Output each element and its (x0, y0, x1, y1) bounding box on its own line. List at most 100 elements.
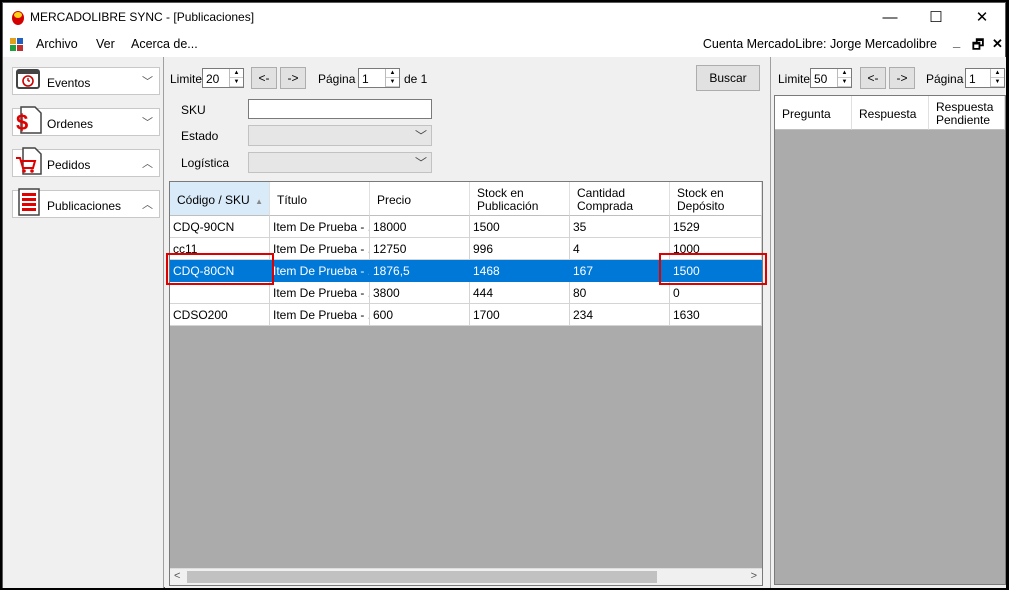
cell-stock-publicacion[interactable]: 996 (470, 238, 570, 260)
cell-titulo[interactable]: Item De Prueba - ... (270, 282, 370, 304)
cell-precio[interactable]: 18000 (370, 216, 470, 238)
column-header-precio[interactable]: Precio (370, 182, 470, 216)
questions-next-button[interactable]: -> (889, 67, 915, 89)
chevron-down-icon: ﹀ (414, 129, 427, 143)
cell-precio[interactable]: 3800 (370, 282, 470, 304)
stepper-arrows[interactable]: ▲ ▼ (837, 69, 851, 87)
stepper-down-icon[interactable]: ▼ (991, 78, 1004, 87)
cell-sku[interactable]: cc11 (170, 238, 270, 260)
logistica-select[interactable]: ﹀ (248, 152, 432, 173)
column-header-label: Título (277, 192, 308, 207)
cell-stock-publicacion[interactable]: 444 (470, 282, 570, 304)
horizontal-scrollbar[interactable]: < > (170, 568, 762, 585)
stepper-down-icon[interactable]: ▼ (230, 78, 243, 87)
questions-page-stepper[interactable]: 1 ▲ ▼ (965, 68, 1005, 88)
cell-titulo[interactable]: Item De Prueba - ... (270, 216, 370, 238)
column-header-respuesta-pendiente[interactable]: Respuesta Pendiente (929, 96, 1005, 130)
stepper-down-icon[interactable]: ▼ (838, 78, 851, 87)
questions-limit-stepper[interactable]: 50 ▲ ▼ (810, 68, 852, 88)
sku-input[interactable] (248, 99, 432, 119)
table-row[interactable]: Item De Prueba - ... 3800 444 80 0 (170, 282, 762, 304)
stepper-up-icon[interactable]: ▲ (386, 69, 399, 78)
questions-limit-value: 50 (814, 72, 828, 86)
stepper-down-icon[interactable]: ▼ (386, 78, 399, 87)
menu-acerca[interactable]: Acerca de... (131, 37, 198, 51)
scrollbar-thumb[interactable] (187, 571, 657, 583)
cell-stock-deposito[interactable]: 1529 (670, 216, 762, 238)
cell-sku[interactable]: CDQ-90CN (170, 216, 270, 238)
scroll-right-icon[interactable]: > (751, 570, 757, 582)
cell-precio[interactable]: 1876,5 (370, 260, 470, 282)
cell-stock-deposito[interactable]: 1000 (670, 238, 762, 260)
mdi-close-button[interactable]: ✕ (992, 36, 1003, 52)
next-page-button[interactable]: -> (280, 67, 306, 89)
prev-page-button[interactable]: <- (251, 67, 277, 89)
table-row[interactable]: CDQ-80CN Item De Prueba - ... 1876,5 1468 16… (170, 260, 762, 282)
column-header-stock-publicacion[interactable]: Stock en Publicación (470, 182, 570, 216)
cell-titulo[interactable]: Item De Prueba - ... (270, 304, 370, 326)
questions-panel: Limite 50 ▲ ▼ <- -> Página 1 ▲ ▼ Pregunta … (770, 57, 1006, 588)
cell-cantidad-comprada[interactable]: 35 (570, 216, 670, 238)
cell-stock-deposito[interactable]: 0 (670, 282, 762, 304)
cell-sku[interactable]: CDSO200 (170, 304, 270, 326)
sku-label: SKU (181, 103, 206, 117)
limit-stepper[interactable]: 20 ▲ ▼ (202, 68, 244, 88)
questions-page-value: 1 (969, 72, 976, 86)
sidebar-item-ordenes[interactable]: $ Ordenes ﹀ (12, 106, 160, 136)
maximize-button[interactable]: ☐ (913, 3, 959, 31)
stepper-up-icon[interactable]: ▲ (230, 69, 243, 78)
scroll-left-icon[interactable]: < (174, 570, 180, 582)
cell-cantidad-comprada[interactable]: 234 (570, 304, 670, 326)
table-row[interactable]: CDQ-90CN Item De Prueba - ... 18000 1500 35 1… (170, 216, 762, 238)
stepper-up-icon[interactable]: ▲ (838, 69, 851, 78)
questions-grid: Pregunta Respuesta Respuesta Pendiente (774, 95, 1006, 585)
column-header-label: Stock en Publicación (477, 186, 539, 213)
stepper-arrows[interactable]: ▲ ▼ (990, 69, 1004, 87)
stepper-up-icon[interactable]: ▲ (991, 69, 1004, 78)
search-button[interactable]: Buscar (696, 65, 760, 91)
cell-stock-deposito[interactable]: 1630 (670, 304, 762, 326)
cell-stock-publicacion[interactable]: 1468 (470, 260, 570, 282)
column-header-pregunta[interactable]: Pregunta (775, 96, 852, 130)
table-row[interactable]: CDSO200 Item De Prueba - ... 600 1700 234 163… (170, 304, 762, 326)
cell-cantidad-comprada[interactable]: 80 (570, 282, 670, 304)
sidebar-item-eventos[interactable]: Eventos ﹀ (12, 67, 160, 95)
cell-sku[interactable]: CDQ-80CN (170, 260, 270, 282)
cell-titulo[interactable]: Item De Prueba - ... (270, 260, 370, 282)
page-stepper[interactable]: 1 ▲ ▼ (358, 68, 400, 88)
svg-text:$: $ (16, 110, 28, 135)
stepper-arrows[interactable]: ▲ ▼ (385, 69, 399, 87)
cell-stock-deposito[interactable]: 1500 (670, 260, 762, 282)
cell-stock-publicacion[interactable]: 1500 (470, 216, 570, 238)
menu-archivo[interactable]: Archivo (36, 37, 78, 51)
stepper-arrows[interactable]: ▲ ▼ (229, 69, 243, 87)
menu-ver[interactable]: Ver (96, 37, 115, 51)
sidebar-item-publicaciones[interactable]: Publicaciones ︿ (12, 188, 160, 218)
minimize-button[interactable]: — (867, 3, 913, 31)
column-header-sku[interactable]: Código / SKU ▲ (170, 182, 270, 216)
cell-cantidad-comprada[interactable]: 4 (570, 238, 670, 260)
cell-cantidad-comprada[interactable]: 167 (570, 260, 670, 282)
column-header-cantidad-comprada[interactable]: Cantidad Comprada (570, 182, 670, 216)
mdi-minimize-button[interactable]: _ (953, 34, 960, 49)
column-header-respuesta[interactable]: Respuesta (852, 96, 929, 130)
close-button[interactable]: ✕ (959, 3, 1005, 31)
cell-precio[interactable]: 12750 (370, 238, 470, 260)
sidebar-item-pedidos[interactable]: Pedidos ︿ (12, 147, 160, 177)
chevron-down-icon: ﹀ (142, 76, 153, 88)
table-row[interactable]: cc11 Item De Prueba - ... 12750 996 4 1000 (170, 238, 762, 260)
questions-prev-button[interactable]: <- (860, 67, 886, 89)
menu-bar: Archivo Ver Acerca de... Cuenta MercadoL… (3, 31, 1005, 57)
column-header-label: Respuesta (859, 106, 917, 121)
mdi-restore-button[interactable]: 🗗 (972, 36, 984, 58)
logistica-label: Logística (181, 156, 230, 170)
cell-precio[interactable]: 600 (370, 304, 470, 326)
mdi-child-icon[interactable] (10, 38, 24, 52)
cell-titulo[interactable]: Item De Prueba - ... (270, 238, 370, 260)
column-header-stock-deposito[interactable]: Stock en Depósito (670, 182, 762, 216)
chevron-down-icon: ﹀ (414, 156, 427, 170)
cell-sku[interactable] (170, 282, 270, 304)
cell-stock-publicacion[interactable]: 1700 (470, 304, 570, 326)
column-header-titulo[interactable]: Título (270, 182, 370, 216)
estado-select[interactable]: ﹀ (248, 125, 432, 146)
